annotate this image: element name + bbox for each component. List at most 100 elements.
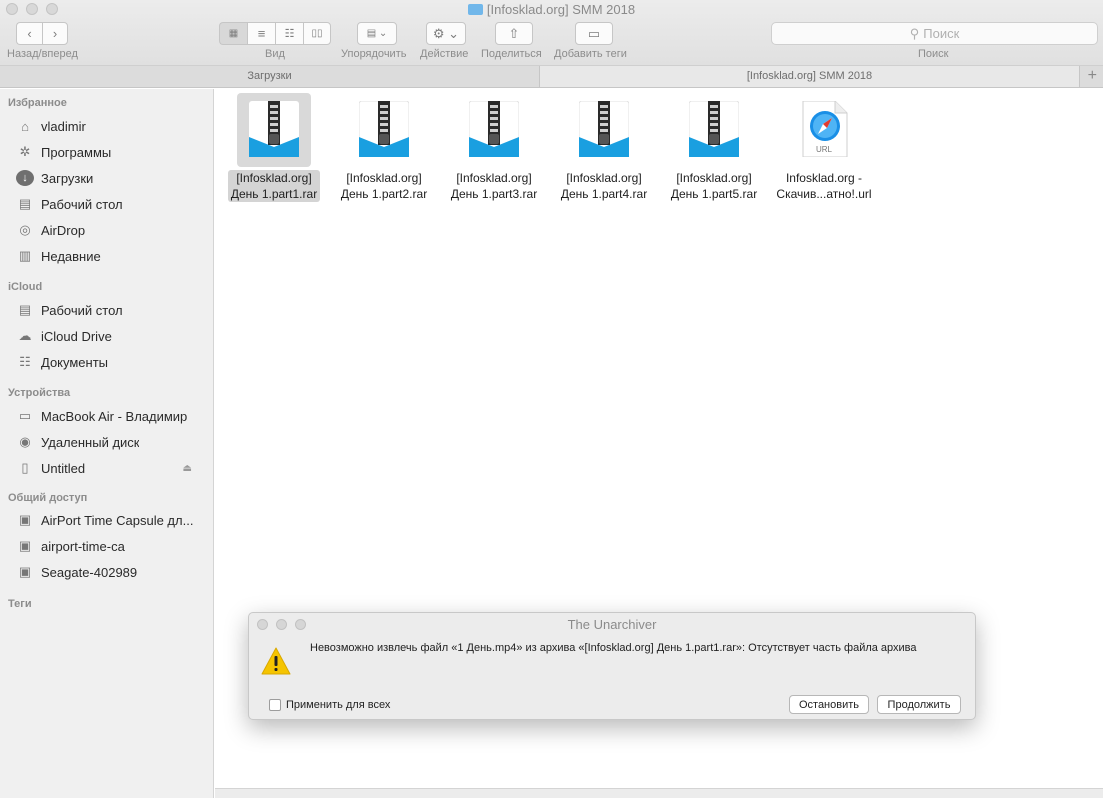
view-switcher: ▦ ≡ ☷ ▯▯ — [219, 22, 331, 45]
nav-buttons: ‹ › — [16, 22, 68, 45]
sidebar-item-label: Рабочий стол — [41, 196, 123, 212]
back-button[interactable]: ‹ — [16, 22, 42, 45]
share-label: Поделиться — [481, 48, 542, 60]
sidebar-item-label: AirPort Time Capsule дл... — [41, 512, 194, 528]
desktop-icon: ▤ — [18, 302, 32, 317]
sidebar-item-icloud-desktop[interactable]: ▤ Рабочий стол — [16, 300, 206, 320]
arrange-group: ▤ ⌄ — [357, 22, 397, 45]
cloud-icon: ☁ — [18, 328, 32, 343]
file-name-line1: [Infosklad.org] — [566, 171, 642, 185]
airdrop-icon: ◎ — [19, 222, 31, 237]
forward-button[interactable]: › — [42, 22, 68, 45]
sidebar-header-devices: Устройства — [8, 387, 71, 399]
tab-current-folder[interactable]: [Infosklad.org] SMM 2018 — [540, 66, 1080, 87]
list-icon: ≡ — [257, 26, 266, 41]
sidebar-item-label: Seagate-402989 — [41, 564, 138, 580]
apps-icon: ✲ — [19, 144, 31, 159]
sidebar-item-downloads[interactable]: ↓ Загрузки — [16, 168, 206, 188]
monitor-icon: ▣ — [18, 564, 32, 579]
share-button[interactable]: ⇧ — [495, 22, 533, 45]
search-placeholder: Поиск — [923, 26, 960, 41]
sidebar-item-airdrop[interactable]: ◎ AirDrop — [16, 220, 206, 240]
sidebar-item-untitled[interactable]: ▯ Untitled ⏏ — [16, 458, 206, 478]
file-item[interactable]: [Infosklad.org] День 1.part2.rar — [332, 93, 436, 203]
columns-icon: ☷ — [284, 28, 295, 40]
sidebar-item-airport-time-ca[interactable]: ▣ airport-time-ca — [16, 536, 206, 556]
action-group: ⚙ ⌄ — [426, 22, 466, 45]
checkbox-box[interactable] — [269, 699, 281, 711]
sidebar-item-home[interactable]: ⌂ vladimir — [16, 116, 206, 136]
sidebar-item-desktop[interactable]: ▤ Рабочий стол — [16, 194, 206, 214]
file-name: [Infosklad.org] День 1.part1.rar — [227, 170, 321, 202]
file-name-line1: [Infosklad.org] — [676, 171, 752, 185]
search-icon: ⚲ — [909, 25, 920, 41]
arrange-icon: ▤ ⌄ — [366, 28, 388, 39]
status-bar — [215, 788, 1103, 798]
sidebar-header-shared: Общий доступ — [8, 492, 88, 504]
sidebar-item-recents[interactable]: ▥ Недавние — [16, 246, 206, 266]
file-name-line1: [Infosklad.org] — [236, 171, 312, 185]
icon-view-button[interactable]: ▦ — [219, 22, 247, 45]
sidebar-item-label: iCloud Drive — [41, 328, 112, 344]
url-badge: URL — [815, 145, 832, 154]
file-name-line2: День 1.part5.rar — [670, 187, 758, 201]
rar-archive-icon — [457, 93, 531, 167]
disc-icon: ◉ — [19, 434, 31, 449]
sidebar-item-label: Недавние — [41, 248, 101, 264]
file-name-line2: День 1.part2.rar — [340, 187, 428, 201]
cover-flow-button[interactable]: ▯▯ — [303, 22, 331, 45]
column-view-button[interactable]: ☷ — [275, 22, 303, 45]
sidebar-item-remote-disc[interactable]: ◉ Удаленный диск — [16, 432, 206, 452]
continue-button[interactable]: Продолжить — [877, 695, 961, 714]
sidebar-item-icloud-drive[interactable]: ☁ iCloud Drive — [16, 326, 206, 346]
drive-icon: ▯ — [21, 460, 29, 475]
sidebar-item-applications[interactable]: ✲ Программы — [16, 142, 206, 162]
stop-button[interactable]: Остановить — [789, 695, 869, 714]
list-view-button[interactable]: ≡ — [247, 22, 275, 45]
sidebar-header-favorites: Избранное — [8, 97, 67, 109]
apply-to-all-checkbox[interactable]: Применить для всех — [269, 699, 390, 711]
finder-window: [Infosklad.org] SMM 2018 ‹ › Назад/впере… — [0, 0, 1103, 798]
downloads-icon: ↓ — [16, 170, 34, 186]
arrange-label: Упорядочить — [341, 48, 407, 60]
file-item[interactable]: [Infosklad.org] День 1.part3.rar — [442, 93, 546, 203]
file-name-line1: Infosklad.org - — [785, 171, 863, 185]
file-item[interactable]: URL Infosklad.org - Скачив...атно!.url — [772, 93, 876, 203]
sidebar-item-seagate[interactable]: ▣ Seagate-402989 — [16, 562, 206, 582]
folder-icon — [467, 4, 483, 15]
rar-archive-icon — [567, 93, 641, 167]
eject-icon[interactable]: ⏏ — [183, 463, 192, 474]
file-item[interactable]: [Infosklad.org] День 1.part1.rar — [222, 93, 326, 203]
share-icon: ⇧ — [508, 25, 520, 41]
file-name: Infosklad.org - Скачив...атно!.url — [773, 170, 874, 202]
sidebar-item-airport-capsule[interactable]: ▣ AirPort Time Capsule дл... — [16, 510, 206, 530]
search-field[interactable]: ⚲ Поиск — [771, 22, 1098, 45]
rar-archive-icon — [677, 93, 751, 167]
gear-icon: ⚙ ⌄ — [432, 25, 460, 41]
desktop-icon: ▤ — [18, 196, 32, 211]
sidebar-item-label: Программы — [41, 144, 112, 160]
tab-downloads[interactable]: Загрузки — [0, 66, 540, 87]
action-button[interactable]: ⚙ ⌄ — [426, 22, 466, 45]
search-label: Поиск — [918, 48, 949, 60]
file-item[interactable]: [Infosklad.org] День 1.part5.rar — [662, 93, 766, 203]
dialog-title: The Unarchiver — [567, 617, 657, 632]
file-name-line1: [Infosklad.org] — [346, 171, 422, 185]
sidebar-item-label: Загрузки — [41, 170, 94, 186]
chevron-left-icon: ‹ — [27, 26, 32, 41]
sidebar: Избранное ⌂ vladimir ✲ Программы ↓ Загрузки… — [0, 89, 214, 798]
plus-icon: + — [1087, 67, 1097, 84]
nav-label: Назад/вперед — [7, 48, 78, 60]
laptop-icon: ▭ — [18, 408, 32, 423]
chevron-right-icon: › — [52, 26, 58, 41]
add-tags-button[interactable]: ▭ — [575, 22, 613, 45]
sidebar-item-documents[interactable]: ☷ Документы — [16, 352, 206, 372]
view-label: Вид — [265, 48, 285, 60]
sidebar-item-macbook[interactable]: ▭ MacBook Air - Владимир — [16, 406, 206, 426]
file-name-line2: День 1.part3.rar — [450, 187, 538, 201]
grid-icon: ▦ — [228, 28, 239, 39]
file-item[interactable]: [Infosklad.org] День 1.part4.rar — [552, 93, 656, 203]
new-tab-button[interactable]: + — [1080, 66, 1103, 87]
arrange-button[interactable]: ▤ ⌄ — [357, 22, 397, 45]
monitor-icon: ▣ — [18, 512, 32, 527]
